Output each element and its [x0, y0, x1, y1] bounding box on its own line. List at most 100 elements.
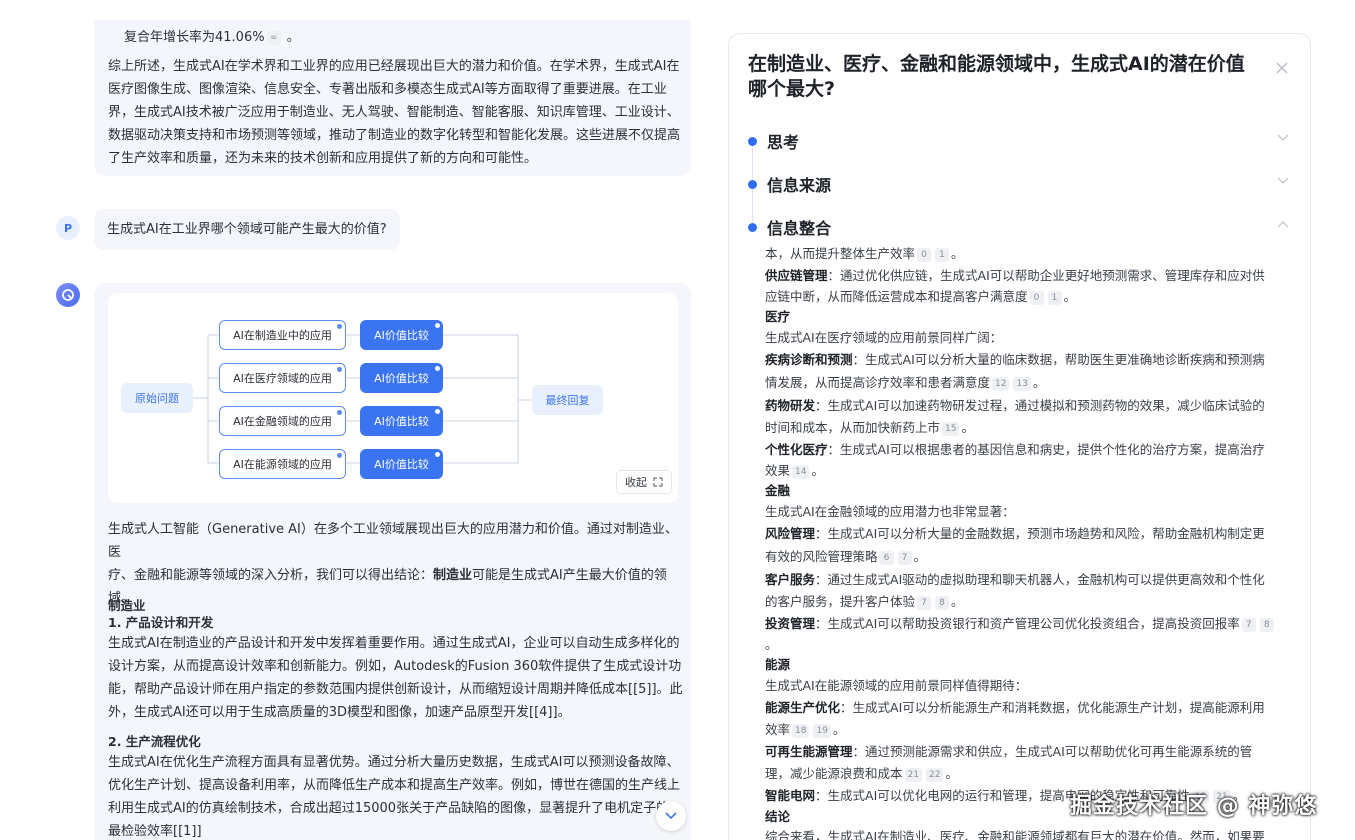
collapse-icon — [653, 477, 663, 487]
chevron-up-icon[interactable] — [1276, 219, 1290, 229]
chevron-down-icon[interactable] — [1276, 133, 1290, 143]
mindmap-branch-manufacturing[interactable]: AI在制造业中的应用 — [219, 320, 346, 350]
paragraph-line: 优化生产计划、提高设备利用率，从而降低生产成本和提高生产效率。例如，博世在德国的… — [108, 778, 681, 793]
citation-badge[interactable]: 13 — [1013, 376, 1031, 391]
mindmap-branch-finance[interactable]: AI在金融领域的应用 — [219, 406, 346, 436]
summary-line: 数据驱动决策支持和市场预测等领域，推动了制造业的数字化转型和智能化发展。这些进展… — [108, 128, 681, 143]
integration-line: 本，从而提升整体生产效率 0 1。 — [765, 246, 964, 262]
growth-rate-line: 复合年增长率为41.06% ∞ 。 — [124, 30, 300, 45]
summary-line: 医疗图像生成、图像渲染、信息安全、专著出版和多模态生成式AI等方面取得了重要进展… — [108, 82, 667, 97]
step-thinking[interactable]: 思考 — [748, 129, 799, 153]
chevron-down-icon — [665, 812, 677, 820]
summary-line: 了生产效率和质量，还为未来的技术创新和应用提供了新的方向和可能性。 — [108, 151, 538, 166]
citation-badge[interactable]: 12 — [992, 376, 1010, 391]
integration-line: 理，减少能源浪费和成本 21 22。 — [765, 766, 958, 782]
citation-badge[interactable]: 1 — [935, 247, 950, 262]
step-sources[interactable]: 信息来源 — [748, 172, 831, 196]
summary-paragraph: 综上所述，生成式AI在学术界和工业界的应用已经展现出巨大的潜力和价值。在学术界，… — [108, 55, 683, 170]
summary-line: 界，生成式AI技术被广泛应用于制造业、无人驾驶、智能制造、智能客服、知识库管理、… — [108, 105, 680, 120]
citation-icon[interactable]: ∞ — [266, 30, 281, 45]
answer-intro-line: 域。 — [108, 591, 135, 606]
mindmap-branch-medical[interactable]: AI在医疗领域的应用 — [219, 363, 346, 393]
product-design-paragraph: 生成式AI在制造业的产品设计和开发中发挥着重要作用。通过生成式AI，企业可以自动… — [108, 632, 683, 724]
citation-badge[interactable]: 0 — [1029, 290, 1044, 305]
citation-badge[interactable]: 6 — [879, 550, 894, 565]
panel-title: 在制造业、医疗、金融和能源领域中，生成式AI的潜在价值 哪个最大? — [748, 52, 1258, 102]
user-avatar: P — [56, 216, 80, 240]
step-dot-icon — [748, 222, 757, 232]
mindmap-collapse-button[interactable]: 收起 — [616, 470, 672, 494]
integration-line: 综合来看，生成式AI在制造业、医疗、金融和能源领域都有巨大的潜在价值。然而，如果… — [765, 829, 1265, 840]
citation-badge[interactable]: 22 — [925, 767, 944, 782]
scroll-down-button[interactable] — [656, 801, 686, 831]
paragraph-line: 设计方案，从而提高设计效率和创新能力。例如，Autodesk的Fusion 36… — [108, 659, 682, 674]
integration-line: 效果 14。 — [765, 463, 824, 479]
mindmap-compare-node[interactable]: AI价值比较 — [360, 406, 443, 436]
citation-badge[interactable]: 1 — [1047, 290, 1062, 305]
citation-badge[interactable]: 14 — [792, 464, 810, 479]
integration-content: 本，从而提升整体生产效率 0 1。供应链管理：通过优化供应链，生成式AI可以帮助企业… — [765, 243, 1295, 840]
paragraph-line: 最检验效率[[1]] — [108, 824, 202, 839]
mindmap-compare-node[interactable]: AI价值比较 — [360, 320, 443, 350]
step-label: 信息整合 — [767, 219, 832, 238]
summary-line: 综上所述，生成式AI在学术界和工业界的应用已经展现出巨大的潜力和价值。在学术界，… — [108, 59, 680, 74]
mindmap-card: 原始问题 AI在制造业中的应用 AI在医疗领域的应用 AI在金融领域的应用 AI… — [108, 293, 678, 503]
section-heading-manufacturing: 制造业 — [108, 598, 146, 613]
integration-line: 生成式AI在能源领域的应用前景同样值得期待： — [765, 678, 1028, 693]
panel-title-line: 哪个最大? — [748, 78, 836, 100]
integration-line: 投资管理：生成式AI可以帮助投资银行和资产管理公司优化投资组合，提高投资回报率 7… — [765, 613, 1295, 635]
integration-line: 生成式AI在医疗领域的应用前景同样广阔： — [765, 330, 1003, 345]
mindmap-compare-node[interactable]: AI价值比较 — [360, 363, 443, 393]
citation-badge[interactable]: 0 — [917, 247, 932, 262]
citation-badge[interactable]: 8 — [935, 595, 950, 610]
step-integration[interactable]: 信息整合 — [748, 215, 831, 239]
collapse-label: 收起 — [625, 476, 647, 489]
watermark: 掘金技术社区 @ 神弥悠 — [1070, 794, 1318, 819]
user-question-text: 生成式AI在工业界哪个领域可能产生最大的价值? — [107, 222, 387, 237]
mindmap-branch-energy[interactable]: AI在能源领域的应用 — [219, 449, 346, 479]
integration-line: 应链中断，从而降低运营成本和提高客户满意度 0 1。 — [765, 289, 1077, 305]
integration-line: 医疗 — [765, 309, 791, 324]
process-optimization-paragraph: 生成式AI在优化生产流程方面具有显著优势。通过分析大量历史数据，生成式AI可以预… — [108, 751, 683, 840]
step-dot-icon — [748, 179, 757, 189]
close-button[interactable] — [1274, 60, 1290, 76]
integration-line: 。 — [765, 637, 778, 652]
answer-intro-line: 生成式人工智能（Generative AI）在多个工业领域展现出巨大的应用潜力和… — [108, 522, 678, 560]
integration-line: 能源生产优化：生成式AI可以分析能源生产和消耗数据，优化能源生产计划，提高能源利… — [765, 700, 1265, 715]
citation-badge[interactable]: 7 — [917, 595, 932, 610]
step-dot-icon — [748, 136, 757, 146]
step-label: 信息来源 — [767, 176, 832, 195]
integration-line: 能源 — [765, 657, 791, 672]
citation-badge[interactable]: 7 — [897, 550, 912, 565]
integration-line: 的客户服务，提升客户体验 7 8。 — [765, 594, 964, 610]
citation-badge[interactable]: 7 — [1241, 617, 1256, 632]
integration-line: 情发展，从而提高诊疗效率和患者满意度 12 13。 — [765, 375, 1046, 391]
mindmap-root-node[interactable]: 原始问题 — [121, 383, 193, 413]
assistant-avatar — [56, 283, 80, 307]
citation-badge[interactable]: 19 — [813, 723, 831, 738]
subheading-product-design: 1. 产品设计和开发 — [108, 615, 214, 630]
paragraph-line: 生成式AI在制造业的产品设计和开发中发挥着重要作用。通过生成式AI，企业可以自动… — [108, 636, 680, 651]
answer-intro: 生成式人工智能（Generative AI）在多个工业领域展现出巨大的应用潜力和… — [108, 518, 683, 610]
answer-intro-line: 疗、金融和能源等领域的深入分析，我们可以得出结论：制造业可能是生成式AI产生最大… — [108, 568, 667, 583]
citation-badge[interactable]: 8 — [1259, 617, 1274, 632]
integration-line: 效率 18 19。 — [765, 722, 846, 738]
paragraph-line: 能，帮助产品设计师在用户指定的参数范围内提供创新设计，从而缩短设计周期并降低成本… — [108, 682, 683, 697]
citation-badge[interactable]: 15 — [942, 421, 960, 436]
integration-line: 供应链管理：通过优化供应链，生成式AI可以帮助企业更好地预测需求、管理库存和应对… — [765, 268, 1265, 283]
chevron-down-icon[interactable] — [1276, 176, 1290, 186]
paragraph-line: 利用生成式AI的仿真绘制技术，合成出超过15000张关于产品缺陷的图像，显著提升… — [108, 801, 670, 816]
citation-badge[interactable]: 18 — [792, 723, 810, 738]
integration-line: 有效的风险管理策略 6 7。 — [765, 549, 927, 565]
mindmap-compare-node[interactable]: AI价值比较 — [360, 449, 443, 479]
paragraph-line: 外，生成式AI还可以用于生成高质量的3D模型和图像，加速产品原型开发[[4]]。 — [108, 705, 571, 720]
mindmap-final-node[interactable]: 最终回复 — [532, 385, 603, 415]
integration-line: 风险管理：生成式AI可以分析大量的金融数据，预测市场趋势和风险，帮助金融机构制定… — [765, 526, 1265, 541]
assistant-logo-icon — [62, 289, 74, 301]
integration-line: 生成式AI在金融领域的应用潜力也非常显著： — [765, 504, 1015, 519]
integration-line: 疾病诊断和预测：生成式AI可以分析大量的临床数据，帮助医生更准确地诊断疾病和预测… — [765, 352, 1265, 367]
panel-title-line: 在制造业、医疗、金融和能源领域中，生成式AI的潜在价值 — [748, 53, 1245, 75]
subheading-process-optimization: 2. 生产流程优化 — [108, 734, 201, 749]
citation-badge[interactable]: 21 — [904, 767, 922, 782]
user-question-bubble: 生成式AI在工业界哪个领域可能产生最大的价值? — [94, 209, 400, 250]
